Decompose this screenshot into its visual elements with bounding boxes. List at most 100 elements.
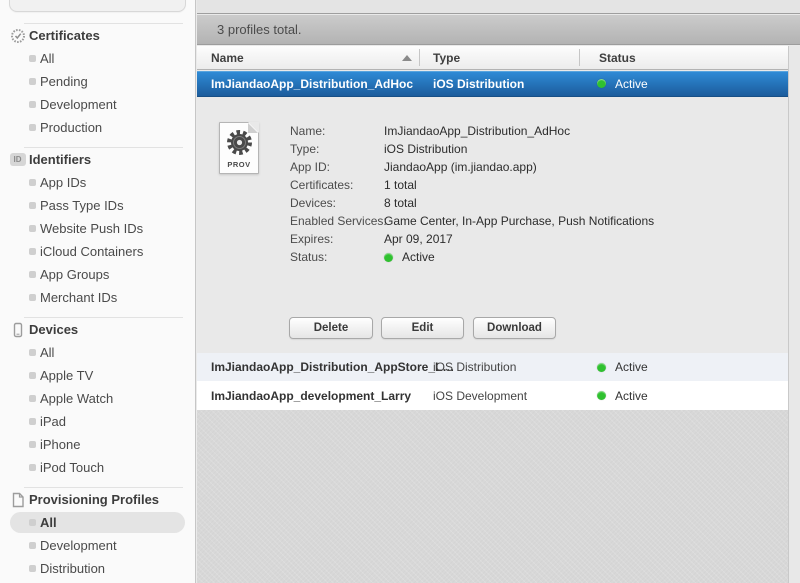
- bullet-icon: [29, 441, 36, 448]
- sidebar-item-profiles-distribution[interactable]: Distribution: [0, 557, 195, 580]
- column-divider: [419, 49, 420, 66]
- sort-ascending-icon: [402, 55, 412, 61]
- column-header-type[interactable]: Type: [433, 46, 460, 70]
- sidebar-item-devices-all[interactable]: All: [0, 341, 195, 364]
- bullet-icon: [29, 179, 36, 186]
- profile-type: iOS Development: [433, 388, 528, 403]
- bullet-icon: [29, 565, 36, 572]
- sidebar-item-merchant-ids[interactable]: Merchant IDs: [0, 286, 195, 309]
- status-active-dot-icon: [384, 252, 393, 262]
- table-row[interactable]: ImJiandaoApp_Distribution_AppStore_L… iO…: [197, 353, 788, 381]
- field-label: Devices:: [290, 196, 337, 210]
- profile-status: Active: [597, 353, 648, 381]
- detail-field: Expires: Apr 09, 2017: [197, 230, 788, 248]
- detail-field-status: Status: Active: [197, 248, 788, 266]
- content-top-strip: [197, 0, 800, 14]
- bullet-icon: [29, 372, 36, 379]
- sidebar-section-label: Provisioning Profiles: [29, 492, 160, 507]
- sidebar-item-app-ids[interactable]: App IDs: [0, 171, 195, 194]
- document-icon: [9, 491, 26, 508]
- bullet-icon: [29, 55, 36, 62]
- profile-status: Active: [597, 71, 648, 96]
- field-label: Type:: [290, 142, 320, 156]
- vertical-scrollbar[interactable]: [788, 46, 800, 583]
- sidebar-item-certificates-all[interactable]: All: [0, 47, 195, 70]
- column-header-name[interactable]: Name: [211, 46, 244, 70]
- sidebar-section-label: Devices: [29, 322, 79, 337]
- detail-field: Devices: 8 total: [197, 194, 788, 212]
- sidebar-item-certificates-pending[interactable]: Pending: [0, 70, 195, 93]
- background-texture: [197, 410, 788, 583]
- bullet-icon: [29, 225, 36, 232]
- certificate-seal-icon: [9, 27, 26, 44]
- status-active-dot-icon: [597, 79, 606, 88]
- edit-button[interactable]: Edit: [381, 317, 464, 339]
- bullet-icon: [29, 519, 36, 526]
- main-content: 3 profiles total. Name Type Status ImJia…: [197, 0, 800, 583]
- sidebar-item-apple-tv[interactable]: Apple TV: [0, 364, 195, 387]
- field-value: JiandaoApp (im.jiandao.app): [384, 160, 537, 174]
- profiles-count-bar: 3 profiles total.: [197, 15, 800, 45]
- profile-type: iOS Distribution: [433, 76, 525, 91]
- table-row-selected[interactable]: ImJiandaoApp_Distribution_AdHoc iOS Dist…: [197, 71, 788, 97]
- sidebar-item-apple-watch[interactable]: Apple Watch: [0, 387, 195, 410]
- table-header: Name Type Status: [197, 46, 788, 70]
- delete-button[interactable]: Delete: [289, 317, 373, 339]
- id-badge-icon: ID: [9, 151, 26, 168]
- field-value: Active: [384, 248, 435, 266]
- column-divider: [579, 49, 580, 66]
- bullet-icon: [29, 395, 36, 402]
- field-value: Apr 09, 2017: [384, 232, 453, 246]
- status-active-dot-icon: [597, 362, 606, 372]
- sidebar-item-icloud-containers[interactable]: iCloud Containers: [0, 240, 195, 263]
- bullet-icon: [29, 248, 36, 255]
- bullet-icon: [29, 271, 36, 278]
- bullet-icon: [29, 542, 36, 549]
- detail-field: Certificates: 1 total: [197, 176, 788, 194]
- sidebar: Certificates All Pending Development Pro…: [0, 0, 196, 583]
- sidebar-item-app-groups[interactable]: App Groups: [0, 263, 195, 286]
- download-button[interactable]: Download: [473, 317, 556, 339]
- sidebar-item-iphone[interactable]: iPhone: [0, 433, 195, 456]
- profiles-count-text: 3 profiles total.: [217, 22, 302, 37]
- detail-field: Type: iOS Distribution: [197, 140, 788, 158]
- sidebar-section-devices[interactable]: Devices: [0, 318, 195, 341]
- profile-status: Active: [597, 381, 648, 410]
- detail-field: App ID: JiandaoApp (im.jiandao.app): [197, 158, 788, 176]
- sidebar-section-label: Identifiers: [29, 152, 92, 167]
- bullet-icon: [29, 101, 36, 108]
- detail-field: Name: ImJiandaoApp_Distribution_AdHoc: [197, 122, 788, 140]
- column-header-status[interactable]: Status: [599, 46, 636, 70]
- profile-type: iOS Distribution: [433, 360, 517, 374]
- mobile-device-icon: [9, 321, 26, 338]
- field-label: Status:: [290, 250, 328, 264]
- profile-detail-panel: PROV Name: ImJiandaoApp_Distribution_AdH…: [197, 98, 788, 353]
- sidebar-item-profiles-all[interactable]: All: [0, 511, 195, 534]
- sidebar-item-ipad[interactable]: iPad: [0, 410, 195, 433]
- sidebar-item-certificates-production[interactable]: Production: [0, 116, 195, 139]
- bullet-icon: [29, 78, 36, 85]
- sidebar-item-profiles-development[interactable]: Development: [0, 534, 195, 557]
- profile-name: ImJiandaoApp_Distribution_AdHoc: [211, 76, 414, 91]
- field-label: App ID:: [290, 160, 331, 174]
- detail-field: Enabled Services: Game Center, In-App Pu…: [197, 212, 788, 230]
- sidebar-section-certificates[interactable]: Certificates: [0, 24, 195, 47]
- bullet-icon: [29, 349, 36, 356]
- bullet-icon: [29, 418, 36, 425]
- status-active-dot-icon: [597, 391, 606, 400]
- bullet-icon: [29, 464, 36, 471]
- profile-name: ImJiandaoApp_development_Larry: [211, 388, 412, 403]
- sidebar-section-provisioning-profiles[interactable]: Provisioning Profiles: [0, 488, 195, 511]
- sidebar-item-ipod-touch[interactable]: iPod Touch: [0, 456, 195, 479]
- sidebar-item-certificates-development[interactable]: Development: [0, 93, 195, 116]
- field-label: Expires:: [290, 232, 334, 246]
- field-value: 1 total: [384, 178, 417, 192]
- profile-name: ImJiandaoApp_Distribution_AppStore_L…: [211, 360, 455, 374]
- bullet-icon: [29, 124, 36, 131]
- sidebar-item-pass-type-ids[interactable]: Pass Type IDs: [0, 194, 195, 217]
- sidebar-item-website-push-ids[interactable]: Website Push IDs: [0, 217, 195, 240]
- table-row[interactable]: ImJiandaoApp_development_Larry iOS Devel…: [197, 381, 788, 410]
- field-label: Certificates:: [290, 178, 354, 192]
- sidebar-section-identifiers[interactable]: ID Identifiers: [0, 148, 195, 171]
- field-label: Name:: [290, 124, 326, 138]
